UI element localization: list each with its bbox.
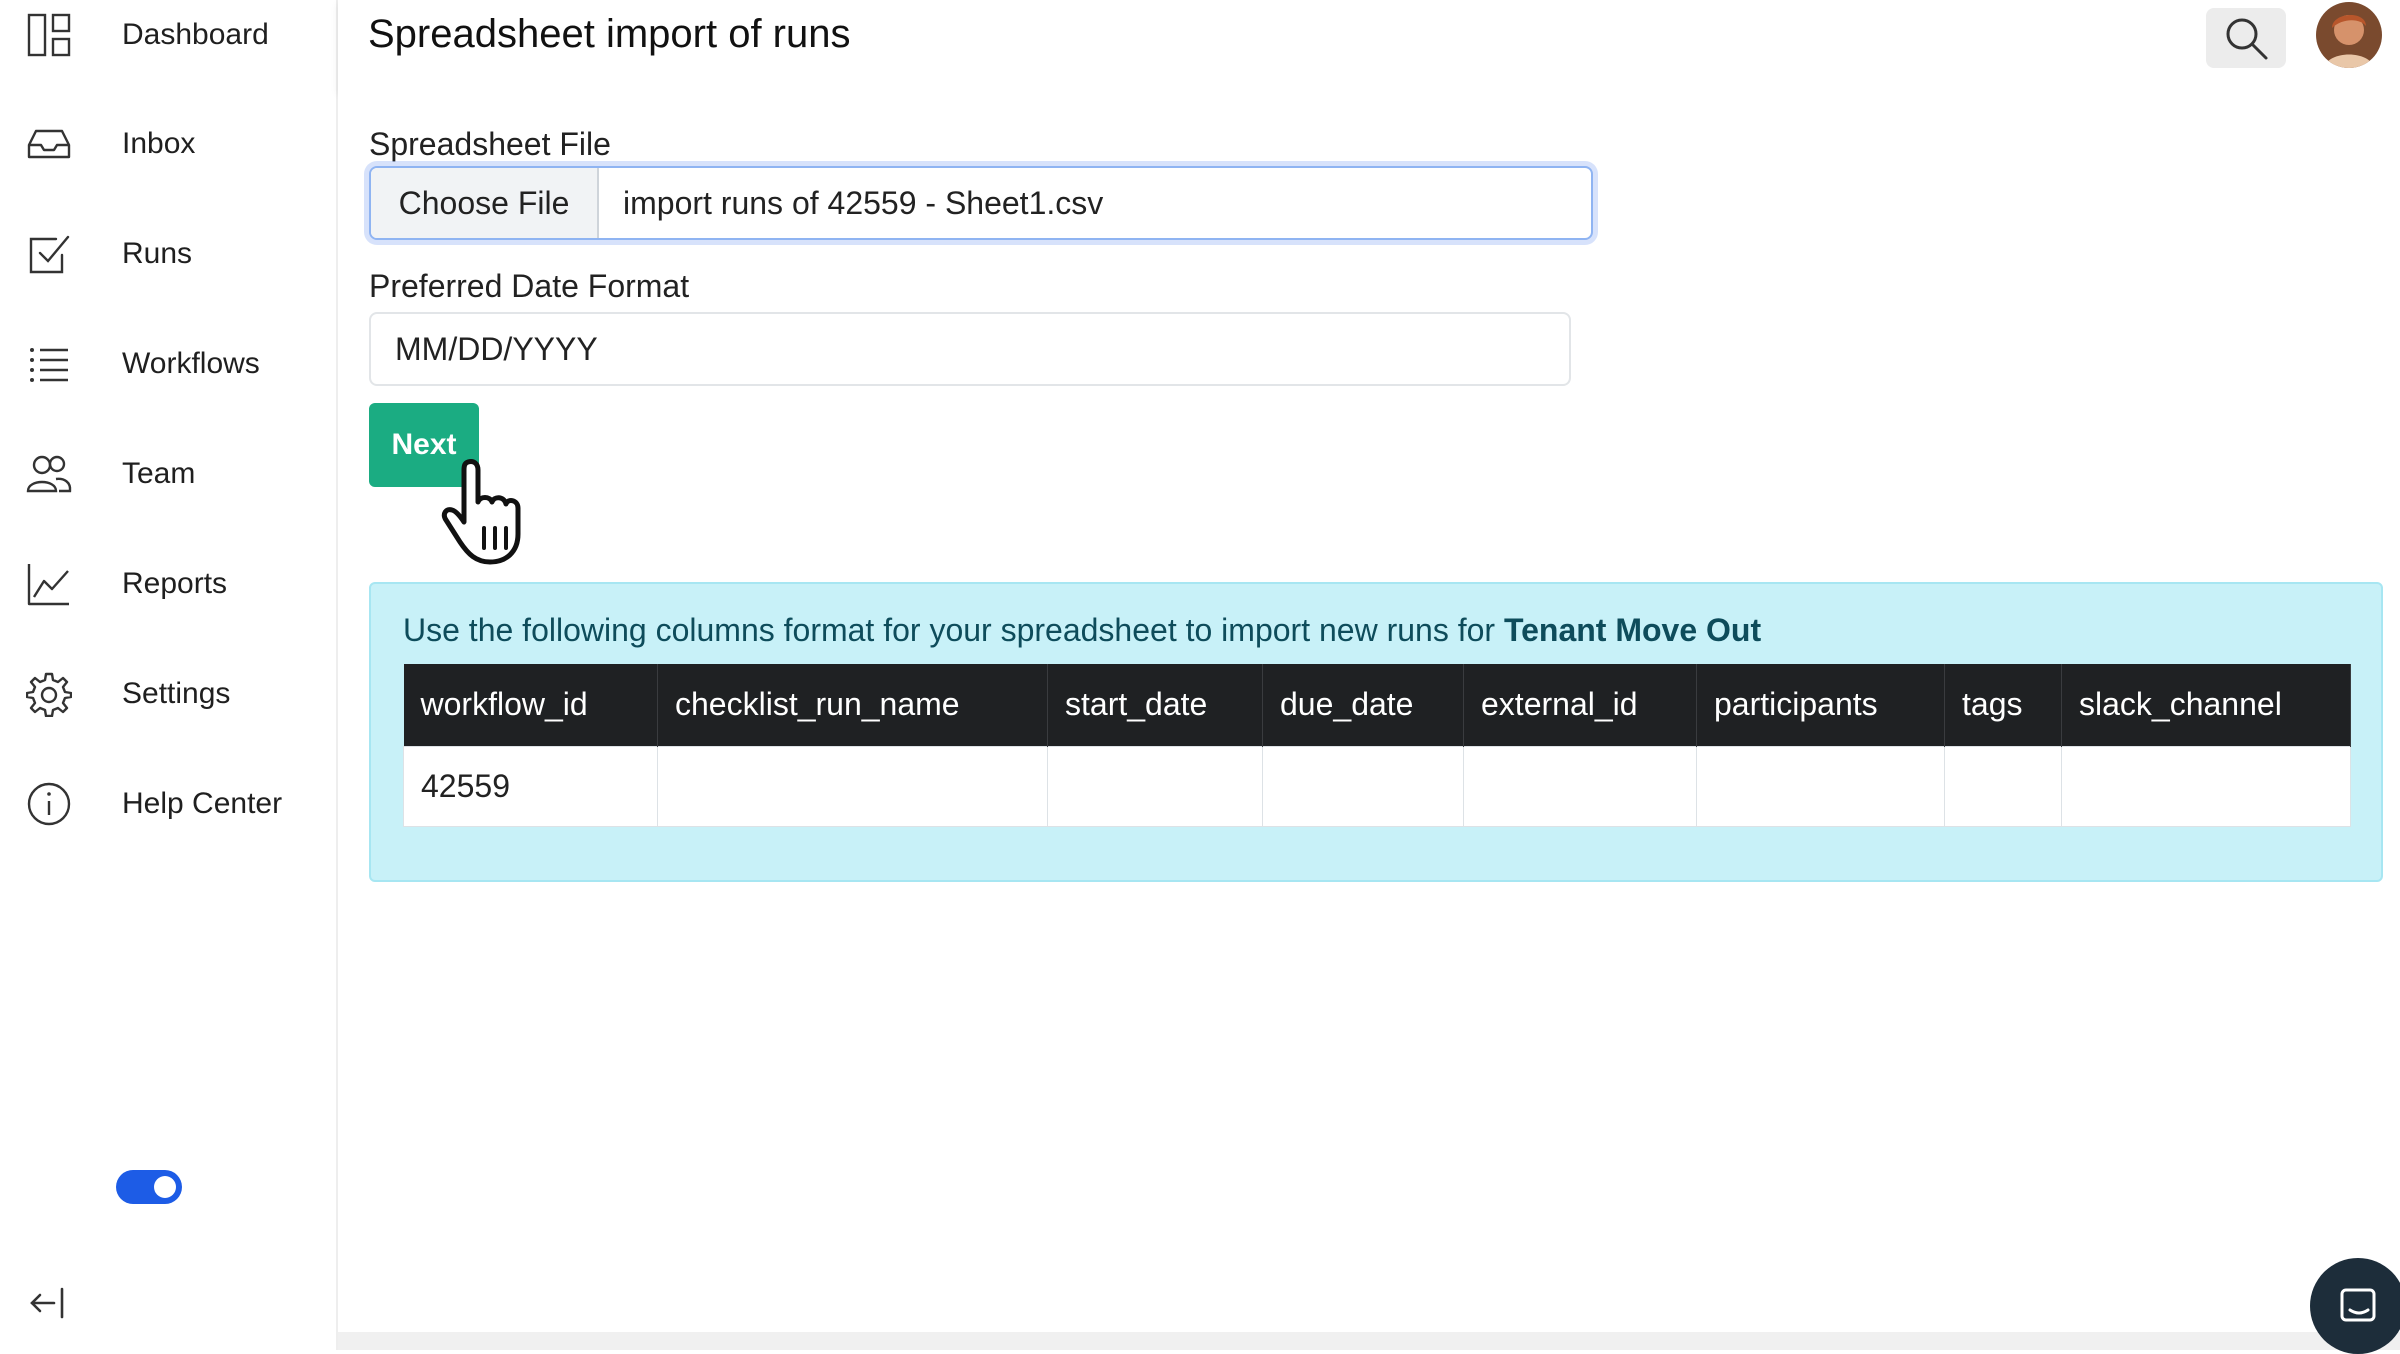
selected-file-name: import runs of 42559 - Sheet1.csv [623, 184, 1104, 221]
table-cell [1463, 745, 1697, 827]
column-header: participants [1696, 664, 1945, 746]
table-cell: 42559 [403, 745, 658, 827]
sidebar-item-inbox[interactable]: Inbox [0, 104, 338, 184]
theme-toggle[interactable] [116, 1170, 182, 1204]
sidebar-item-label: Dashboard [122, 18, 269, 51]
table-cell [1047, 745, 1263, 827]
page-title: Spreadsheet import of runs [368, 12, 851, 56]
gear-icon [26, 671, 72, 717]
hand-cursor-icon [441, 459, 521, 565]
main-content: Spreadsheet File Choose File import runs… [338, 90, 2400, 1332]
column-header: checklist_run_name [657, 664, 1048, 746]
sidebar-item-label: Help Center [122, 787, 283, 820]
table-cell [2061, 745, 2351, 827]
table-row: 42559 [403, 745, 2351, 827]
sidebar-item-help-center[interactable]: Help Center [0, 764, 338, 844]
column-header: start_date [1047, 664, 1263, 746]
checkbox-icon [26, 231, 72, 277]
date-format-label: Preferred Date Format [369, 268, 690, 304]
team-icon [26, 451, 72, 497]
sidebar: Dashboard Inbox Runs Workflows Team Repo… [0, 0, 338, 1350]
table-cell [657, 745, 1048, 827]
avatar[interactable] [2316, 2, 2382, 68]
columns-format-info: Use the following columns format for you… [369, 582, 2383, 882]
choose-file-button[interactable]: Choose File [371, 168, 599, 238]
table-cell [1262, 745, 1464, 827]
toggle-knob [154, 1176, 176, 1198]
sidebar-item-settings[interactable]: Settings [0, 654, 338, 734]
collapse-sidebar-button[interactable] [28, 1283, 68, 1323]
sidebar-item-label: Settings [122, 677, 231, 710]
search-button[interactable] [2206, 8, 2286, 68]
sidebar-item-label: Reports [122, 567, 228, 600]
header: Spreadsheet import of runs [338, 0, 2400, 90]
info-message: Use the following columns format for you… [403, 612, 1504, 648]
table-cell [1944, 745, 2062, 827]
sidebar-item-team[interactable]: Team [0, 434, 338, 514]
chat-launcher-button[interactable] [2310, 1258, 2400, 1354]
sidebar-item-label: Runs [122, 237, 193, 270]
info-icon [26, 781, 72, 827]
date-format-field[interactable]: MM/DD/YYYY [369, 312, 1571, 386]
column-header: tags [1944, 664, 2062, 746]
chart-icon [26, 561, 72, 607]
spreadsheet-file-input[interactable]: Choose File import runs of 42559 - Sheet… [369, 166, 1593, 240]
chat-icon [2340, 1288, 2376, 1322]
list-icon [26, 341, 72, 387]
columns-format-table: workflow_id checklist_run_name start_dat… [403, 664, 2351, 827]
collapse-arrow-icon [30, 1287, 64, 1319]
bottom-scroll-area [338, 1332, 2400, 1350]
table-cell [1696, 745, 1945, 827]
info-text: Use the following columns format for you… [403, 612, 1761, 649]
sidebar-item-runs[interactable]: Runs [0, 214, 338, 294]
sidebar-item-workflows[interactable]: Workflows [0, 324, 338, 404]
sidebar-item-reports[interactable]: Reports [0, 544, 338, 624]
sidebar-item-dashboard[interactable]: Dashboard [0, 0, 338, 75]
dashboard-icon [26, 12, 72, 58]
table-header-row: workflow_id checklist_run_name start_dat… [403, 664, 2351, 746]
column-header: due_date [1262, 664, 1464, 746]
sidebar-item-label: Inbox [122, 127, 196, 160]
sidebar-item-label: Team [122, 457, 196, 490]
spreadsheet-file-label: Spreadsheet File [369, 126, 611, 162]
column-header: slack_channel [2061, 664, 2351, 746]
inbox-icon [26, 121, 72, 167]
sidebar-item-label: Workflows [122, 347, 260, 380]
column-header: external_id [1463, 664, 1697, 746]
workflow-name: Tenant Move Out [1503, 612, 1762, 648]
column-header: workflow_id [403, 664, 658, 746]
user-avatar-icon [2316, 2, 2382, 68]
search-icon [2226, 18, 2268, 60]
